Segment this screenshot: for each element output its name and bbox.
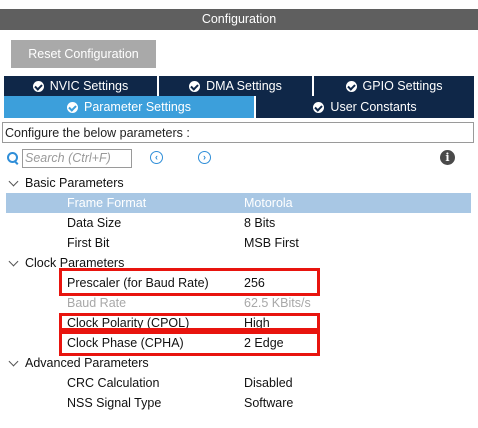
chevron-down-icon[interactable] [8,176,19,187]
check-circle-icon [345,80,357,92]
tab-label: DMA Settings [206,79,282,93]
check-circle-icon [67,101,78,113]
check-circle-icon [189,80,201,92]
previous-result-icon[interactable]: ‹ [150,151,163,164]
reset-configuration-button[interactable]: Reset Configuration [11,40,156,68]
param-row-crc-calculation[interactable]: CRC Calculation Disabled [0,373,478,393]
group-label: Advanced Parameters [25,356,149,370]
configure-instruction: Configure the below parameters : [2,122,474,143]
highlight-box-clock-phase [59,331,320,356]
highlight-box-prescaler [59,268,320,296]
configuration-title: Configuration [201,12,277,26]
tab-label: User Constants [330,100,417,114]
tab-parameter-settings[interactable]: Parameter Settings [4,96,256,118]
param-label: CRC Calculation [67,376,160,390]
chevron-down-icon[interactable] [8,256,19,267]
param-row-nss-signal-type[interactable]: NSS Signal Type Software [0,393,478,413]
param-label: Frame Format [67,196,147,210]
search-icon[interactable] [6,151,20,165]
param-row-baud-rate: Baud Rate 62.5 KBits/s [0,293,478,313]
tab-label: NVIC Settings [49,79,129,93]
tab-dma-settings[interactable]: DMA Settings [159,76,314,96]
tab-gpio-settings[interactable]: GPIO Settings [314,76,474,96]
check-circle-icon [313,101,325,113]
tab-user-constants[interactable]: User Constants [256,96,474,118]
param-label: Data Size [67,216,122,230]
param-value[interactable]: Motorola [244,196,293,210]
param-row-data-size[interactable]: Data Size 8 Bits [0,213,478,233]
param-label: NSS Signal Type [67,396,162,410]
param-value[interactable]: 8 Bits [244,216,275,230]
param-row-first-bit[interactable]: First Bit MSB First [0,233,478,253]
param-value[interactable]: Software [244,396,293,410]
check-circle-icon [32,80,44,92]
next-result-icon[interactable]: › [198,151,211,164]
search-bar [6,148,132,168]
group-label: Basic Parameters [25,176,124,190]
tab-label: Parameter Settings [84,100,191,114]
group-advanced-parameters[interactable]: Advanced Parameters [0,353,478,373]
configuration-header: Configuration [0,0,478,30]
param-label: First Bit [67,236,110,250]
chevron-down-icon[interactable] [8,356,19,367]
group-basic-parameters[interactable]: Basic Parameters [0,173,478,193]
tab-nvic-settings[interactable]: NVIC Settings [4,76,159,96]
tab-label: GPIO Settings [362,79,443,93]
param-label: Baud Rate [67,296,127,310]
param-row-frame-format[interactable]: Frame Format Motorola [6,193,471,213]
search-input[interactable] [22,148,132,168]
info-icon[interactable]: i [440,150,455,165]
param-value[interactable]: MSB First [244,236,299,250]
highlight-box-clock-polarity [59,313,320,331]
param-value: 62.5 KBits/s [244,296,311,310]
tabs-row-2: Parameter Settings User Constants [4,96,474,118]
param-value[interactable]: Disabled [244,376,293,390]
tabs-row-1: NVIC Settings DMA Settings GPIO Settings [4,76,474,96]
